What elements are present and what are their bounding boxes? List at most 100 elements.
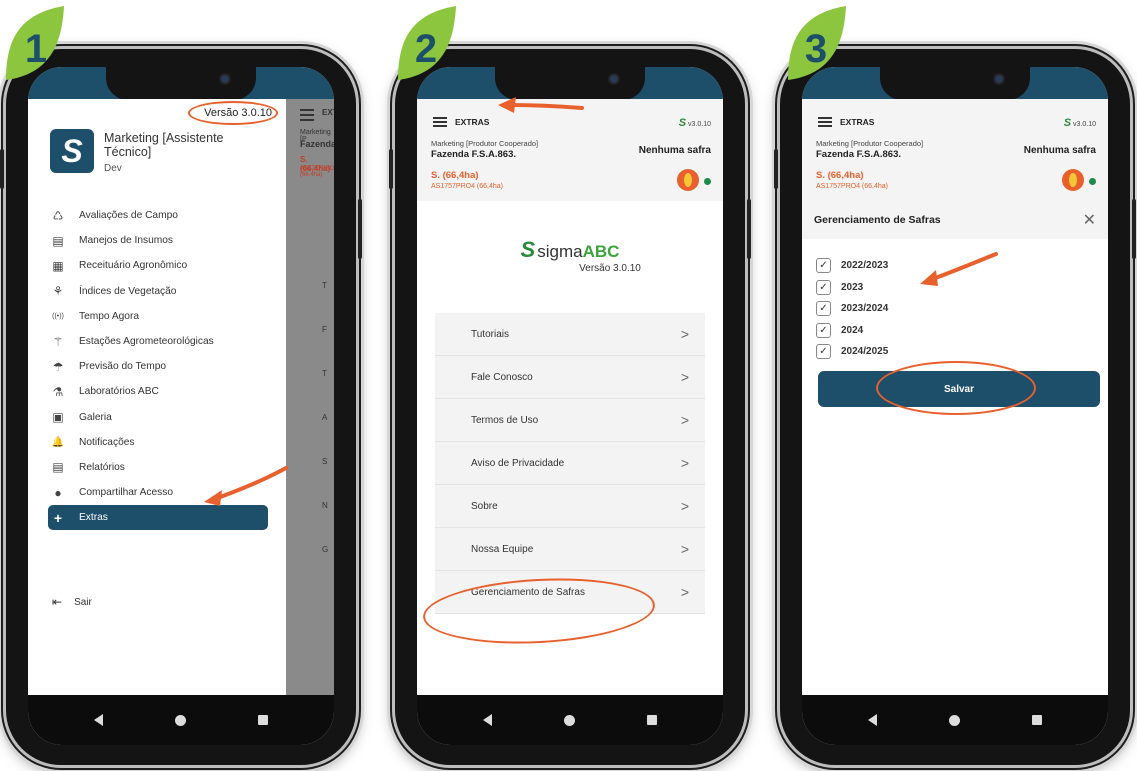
peek-title: EXTR	[322, 108, 334, 117]
vegetation-icon: ⚘	[52, 284, 64, 299]
menu-item-extras[interactable]: + Extras	[48, 505, 268, 531]
navigation-drawer: Versão 3.0.10 S Marketing [Assistente Té…	[28, 99, 286, 695]
menu-item-laboratorios[interactable]: ⚗ Laboratórios ABC	[50, 379, 268, 404]
sigma-logo-icon: S	[50, 129, 94, 173]
season-checkbox[interactable]: ✓ 2024	[816, 320, 888, 342]
peek-letter: T	[322, 281, 327, 290]
list-item-label: Termos de Uso	[471, 414, 539, 426]
list-item-label: Fale Conosco	[471, 371, 533, 383]
volume-button	[774, 149, 778, 189]
safra-status[interactable]: Nenhuma safra	[639, 145, 711, 156]
menu-item-label: Manejos de Insumos	[79, 235, 174, 247]
extras-page: SsigmaABC Versão 3.0.10 Tutoriais > Fale …	[417, 201, 723, 695]
recent-apps-icon[interactable]	[647, 715, 657, 725]
user-role: Dev	[104, 163, 122, 174]
chevron-right-icon: >	[680, 326, 689, 342]
list-item-fale-conosco[interactable]: Fale Conosco >	[435, 356, 705, 399]
season-checkbox[interactable]: ✓ 2022/2023	[816, 255, 888, 277]
checkmark-icon: ✓	[816, 344, 831, 360]
season-label: 2022/2023	[841, 260, 889, 272]
season-checkbox[interactable]: ✓ 2023/2024	[816, 298, 888, 320]
screen-1: EXTR Marketing [P Fazenda S. (66,4ha) AS…	[28, 67, 334, 745]
step-number: 3	[805, 27, 827, 71]
online-status-dot	[704, 178, 711, 185]
inputs-icon: ▤	[52, 233, 64, 248]
area-label: S. (66,4ha)	[816, 170, 864, 181]
menu-item-label: Compartilhar Acesso	[79, 487, 173, 499]
chevron-right-icon: >	[680, 498, 689, 514]
list-item-tutoriais[interactable]: Tutoriais >	[435, 313, 705, 356]
menu-item-galeria[interactable]: ▣ Galeria	[50, 405, 268, 430]
gallery-icon: ▣	[52, 410, 64, 425]
phone-step-3: EXTRAS Sv3.0.10 Marketing [Produtor Coop…	[774, 46, 1136, 768]
power-button	[1132, 199, 1136, 259]
close-icon[interactable]: ✕	[1083, 210, 1096, 230]
arrow-to-seasons	[920, 252, 998, 286]
volume-button	[389, 149, 393, 189]
menu-item-label: Relatórios	[79, 461, 125, 473]
menu-item-indices[interactable]: ⚘ Índices de Vegetação	[50, 279, 268, 304]
season-label: 2024/2025	[841, 346, 889, 358]
station-icon: ⚚	[52, 334, 64, 349]
menu-item-label: Extras	[79, 512, 108, 524]
area-sub-label: AS1757PRO4 (66,4ha)	[816, 183, 888, 190]
chevron-right-icon: >	[680, 541, 689, 557]
peek-farm: Fazenda	[300, 139, 334, 149]
step-number: 2	[415, 27, 437, 71]
camera-icon	[221, 75, 229, 83]
phone-step-1: EXTR Marketing [P Fazenda S. (66,4ha) AS…	[0, 46, 362, 768]
list-item-termos[interactable]: Termos de Uso >	[435, 399, 705, 442]
android-nav-bar	[417, 695, 723, 745]
checkmark-icon: ✓	[816, 301, 831, 317]
dimmed-app-overlay[interactable]: EXTR Marketing [P Fazenda S. (66,4ha) AS…	[286, 99, 334, 695]
chevron-right-icon: >	[680, 584, 689, 600]
arrow-to-extras-title	[498, 97, 584, 113]
step-number: 1	[25, 27, 47, 71]
season-checkbox[interactable]: ✓ 2024/2025	[816, 341, 888, 363]
season-checkbox[interactable]: ✓ 2023	[816, 277, 888, 299]
recent-apps-icon[interactable]	[258, 715, 268, 725]
tutorial-stage: EXTR Marketing [P Fazenda S. (66,4ha) AS…	[0, 0, 1137, 771]
panel-header: Gerenciamento de Safras ✕	[802, 201, 1108, 239]
menu-item-receituario[interactable]: ▦ Receituário Agronômico	[50, 253, 268, 278]
menu-icon	[300, 109, 314, 111]
safra-status[interactable]: Nenhuma safra	[1024, 145, 1096, 156]
back-icon[interactable]	[94, 714, 103, 726]
menu-item-label: Índices de Vegetação	[79, 285, 177, 297]
back-icon[interactable]	[868, 714, 877, 726]
app-version: Versão 3.0.10	[579, 263, 641, 274]
home-icon[interactable]	[949, 714, 960, 726]
recent-apps-icon[interactable]	[1032, 715, 1042, 725]
menu-item-avaliacoes[interactable]: ♺ Avaliações de Campo	[50, 203, 268, 228]
menu-item-label: Galeria	[79, 411, 112, 423]
menu-icon[interactable]	[818, 117, 832, 119]
checkmark-icon: ✓	[816, 322, 831, 338]
checkmark-icon: ✓	[816, 258, 831, 274]
menu-item-label: Laboratórios ABC	[79, 386, 159, 398]
menu-item-manejos[interactable]: ▤ Manejos de Insumos	[50, 228, 268, 253]
corn-icon	[677, 169, 699, 191]
menu-item-tempo-agora[interactable]: ((•)) Tempo Agora	[50, 304, 268, 329]
user-name: Marketing [Assistente Técnico]	[104, 131, 224, 159]
phone-step-2: EXTRAS Sv3.0.10 Marketing [Produtor Coop…	[389, 46, 751, 768]
step-badge-1: 1	[6, 6, 64, 80]
sigma-mini-logo-icon: S	[678, 117, 687, 129]
menu-item-label: Previsão do Tempo	[79, 361, 167, 373]
header-title: EXTRAS	[455, 117, 490, 127]
list-item-privacidade[interactable]: Aviso de Privacidade >	[435, 442, 705, 485]
menu-item-estacoes[interactable]: ⚚ Estações Agrometeorológicas	[50, 329, 268, 354]
screen-3: EXTRAS Sv3.0.10 Marketing [Produtor Coop…	[802, 67, 1108, 745]
peek-letter: T	[322, 369, 327, 378]
menu-item-label: Tempo Agora	[79, 310, 140, 322]
logout-button[interactable]: ⇤ Sair	[52, 595, 92, 609]
menu-icon[interactable]	[433, 117, 447, 119]
menu-item-previsao[interactable]: ☂ Previsão do Tempo	[50, 354, 268, 379]
list-item-sobre[interactable]: Sobre >	[435, 485, 705, 528]
home-icon[interactable]	[175, 714, 186, 726]
home-icon[interactable]	[564, 714, 575, 726]
logout-icon: ⇤	[52, 595, 63, 609]
back-icon[interactable]	[483, 714, 492, 726]
list-item-nossa-equipe[interactable]: Nossa Equipe >	[435, 528, 705, 571]
menu-item-notificacoes[interactable]: 🔔 Notificações	[50, 430, 268, 455]
brand-text-bold: ABC	[582, 242, 620, 261]
